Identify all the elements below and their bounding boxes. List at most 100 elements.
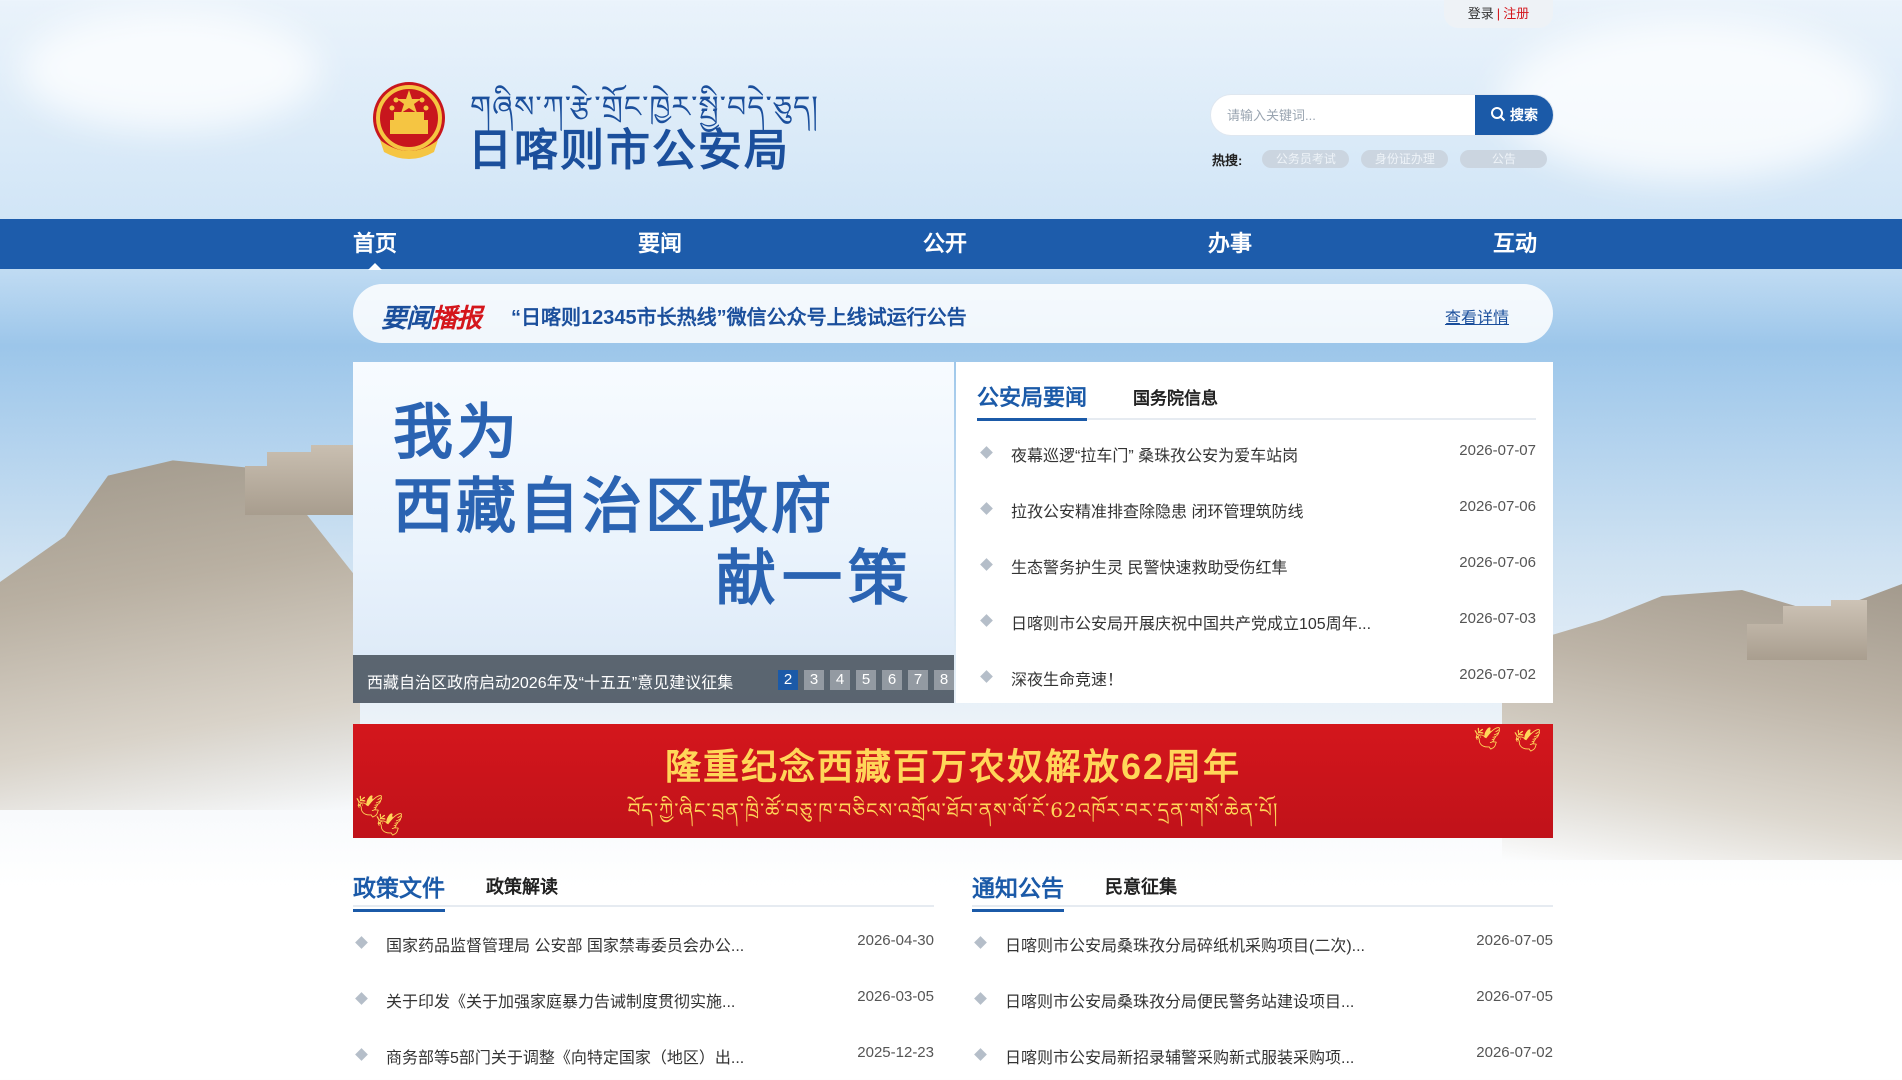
auth-links: 登录 | 注册 [1444,0,1553,28]
slide-dot[interactable]: 5 [856,670,876,690]
notice-section: 通知公告 民意征集 日喀则市公安局桑珠孜分局碎纸机采购项目(二次)... 2026… [972,867,1553,1080]
nav-item-interaction[interactable]: 互动 [1493,219,1537,269]
site-title: 日喀则市公安局 [468,126,790,175]
list-item: 关于印发《关于加强家庭暴力告诫制度贯彻实施... 2026-03-05 [353,988,934,1044]
register-link[interactable]: 注册 [1503,6,1529,21]
news-date: 2026-07-02 [1459,666,1536,683]
list-item: 日喀则市公安局新招录辅警采购新式服装采购项... 2026-07-02 [972,1044,1553,1080]
notice-title[interactable]: 日喀则市公安局桑珠孜分局碎纸机采购项目(二次)... [1005,932,1365,956]
nav-item-services[interactable]: 办事 [1208,219,1252,269]
hot-search-row: 热搜: 公务员考试 身份证办理 公告 [1212,150,1559,168]
news-date: 2026-07-03 [1459,610,1536,627]
policy-list: 国家药品监督管理局 公安部 国家禁毒委员会办公... 2026-04-30 关于印… [353,932,934,1080]
bullet-icon [355,992,368,1005]
news-date: 2026-07-06 [1459,498,1536,515]
list-item: 拉孜公安精准排查除隐患 闭环管理筑防线 2026-07-06 [978,498,1536,554]
slide-pagination: 2 3 4 5 6 7 8 [778,670,954,690]
bullet-icon [980,502,993,515]
news-title[interactable]: 生态警务护生灵 民警快速救助受伤红隼 [1011,554,1287,578]
list-item: 国家药品监督管理局 公安部 国家禁毒委员会办公... 2026-04-30 [353,932,934,988]
slide-caption[interactable]: 西藏自治区政府启动2026年及“十五五”意见建议征集 [367,669,733,693]
bullet-icon [980,558,993,571]
notice-tabs: 通知公告 民意征集 [972,867,1553,912]
tab-state-council[interactable]: 国务院信息 [1133,384,1218,409]
list-item: 深夜生命竞速！ 2026-07-02 [978,666,1536,722]
notice-list: 日喀则市公安局桑珠孜分局碎纸机采购项目(二次)... 2026-07-05 日喀则… [972,932,1553,1080]
hot-tag[interactable]: 身份证办理 [1361,150,1449,168]
commemoration-banner[interactable]: 🕊 🕊 🕊 🕊 隆重纪念西藏百万农奴解放62周年 བོད་ཀྱི་ཞིང་བྲན… [353,724,1553,838]
bullet-icon [980,614,993,627]
list-item: 日喀则市公安局桑珠孜分局便民警务站建设项目... 2026-07-05 [972,988,1553,1044]
bullet-icon [974,992,987,1005]
auth-separator: | [1496,6,1501,21]
search-button-label: 搜索 [1510,107,1538,123]
banner-title: 隆重纪念西藏百万农奴解放62周年 [664,746,1242,787]
main-nav: 首页 要闻 公开 办事 互动 [0,219,1902,270]
slide-dot[interactable]: 7 [908,670,928,690]
policy-date: 2026-04-30 [857,932,934,949]
bullet-icon [980,446,993,459]
policy-date: 2026-03-05 [857,988,934,1005]
tab-public-opinion[interactable]: 民意征集 [1105,873,1177,899]
bullet-icon [974,936,987,949]
fortress-left-decoration [245,445,355,515]
tab-policy-documents[interactable]: 政策文件 [353,869,445,912]
list-item: 日喀则市公安局桑珠孜分局碎纸机采购项目(二次)... 2026-07-05 [972,932,1553,988]
nav-item-public[interactable]: 公开 [923,219,967,269]
featured-slideshow[interactable]: 我为 西藏自治区政府 献一策 西藏自治区政府启动2026年及“十五五”意见建议征… [353,362,954,703]
search-input[interactable] [1211,95,1475,135]
news-ticker: 要闻播报 “日喀则12345市长热线”微信公众号上线试运行公告 查看详情 [353,284,1553,343]
slide-dot[interactable]: 3 [804,670,824,690]
slide-caption-bar: 西藏自治区政府启动2026年及“十五五”意见建议征集 2 3 4 5 6 7 8 [353,655,954,703]
news-panel: 公安局要闻 国务院信息 夜幕巡逻“拉车门” 桑珠孜公安为爱车站岗 2026-07-… [956,362,1553,703]
banner-subtitle-tibetan: བོད་ཀྱི་ཞིང་བྲན་ཁྲི་ཚོ་བཅུ་ཁ་བཅིངས་འགྲོལ… [627,798,1279,822]
search-box: 搜索 [1211,95,1553,135]
login-link[interactable]: 登录 [1468,6,1494,21]
national-emblem-icon [370,80,448,162]
list-item: 日喀则市公安局开展庆祝中国共产党成立105周年... 2026-07-03 [978,610,1536,666]
nav-item-news[interactable]: 要闻 [638,219,682,269]
slide-headline-line3: 献一策 [716,545,914,612]
news-title[interactable]: 日喀则市公安局开展庆祝中国共产党成立105周年... [1011,610,1371,634]
news-title[interactable]: 夜幕巡逻“拉车门” 桑珠孜公安为爱车站岗 [1011,442,1298,466]
policy-section: 政策文件 政策解读 国家药品监督管理局 公安部 国家禁毒委员会办公... 2026… [353,867,934,1080]
ticker-logo-blue: 要闻 [381,303,432,333]
policy-title[interactable]: 商务部等5部门关于调整《向特定国家（地区）出... [386,1044,744,1068]
policy-date: 2025-12-23 [857,1044,934,1061]
ticker-logo-red: 播报 [431,303,482,333]
list-item: 商务部等5部门关于调整《向特定国家（地区）出... 2025-12-23 [353,1044,934,1080]
bullet-icon [974,1048,987,1061]
news-tabs: 公安局要闻 国务院信息 [977,380,1536,421]
search-button[interactable]: 搜索 [1475,95,1553,135]
slide-dot[interactable]: 8 [934,670,954,690]
policy-title[interactable]: 关于印发《关于加强家庭暴力告诫制度贯彻实施... [386,988,735,1012]
tab-police-news[interactable]: 公安局要闻 [977,380,1088,421]
policy-tabs: 政策文件 政策解读 [353,867,934,912]
news-date: 2026-07-07 [1459,442,1536,459]
notice-title[interactable]: 日喀则市公安局新招录辅警采购新式服装采购项... [1005,1044,1354,1068]
notice-date: 2026-07-05 [1476,988,1553,1005]
tab-notices[interactable]: 通知公告 [972,869,1064,912]
notice-date: 2026-07-05 [1476,932,1553,949]
news-date: 2026-07-06 [1459,554,1536,571]
cloud-decoration [20,10,320,130]
news-list: 夜幕巡逻“拉车门” 桑珠孜公安为爱车站岗 2026-07-07 拉孜公安精准排查除… [978,442,1536,722]
hot-tag[interactable]: 公务员考试 [1262,150,1350,168]
news-title[interactable]: 深夜生命竞速！ [1011,666,1123,690]
news-title[interactable]: 拉孜公安精准排查除隐患 闭环管理筑防线 [1011,498,1303,522]
notice-title[interactable]: 日喀则市公安局桑珠孜分局便民警务站建设项目... [1005,988,1354,1012]
list-item: 生态警务护生灵 民警快速救助受伤红隼 2026-07-06 [978,554,1536,610]
slide-dot[interactable]: 2 [778,670,798,690]
hot-tag[interactable]: 公告 [1460,150,1548,168]
bullet-icon [355,1048,368,1061]
slide-dot[interactable]: 6 [882,670,902,690]
ticker-logo: 要闻播报 [381,298,482,335]
ticker-more-link[interactable]: 查看详情 [1445,304,1509,328]
tab-policy-interpretation[interactable]: 政策解读 [486,873,558,899]
policy-title[interactable]: 国家药品监督管理局 公安部 国家禁毒委员会办公... [386,932,744,956]
bullet-icon [355,936,368,949]
ticker-headline[interactable]: “日喀则12345市长热线”微信公众号上线试运行公告 [511,301,967,330]
search-icon [1490,106,1506,125]
nav-item-home[interactable]: 首页 [353,219,397,270]
slide-dot[interactable]: 4 [830,670,850,690]
